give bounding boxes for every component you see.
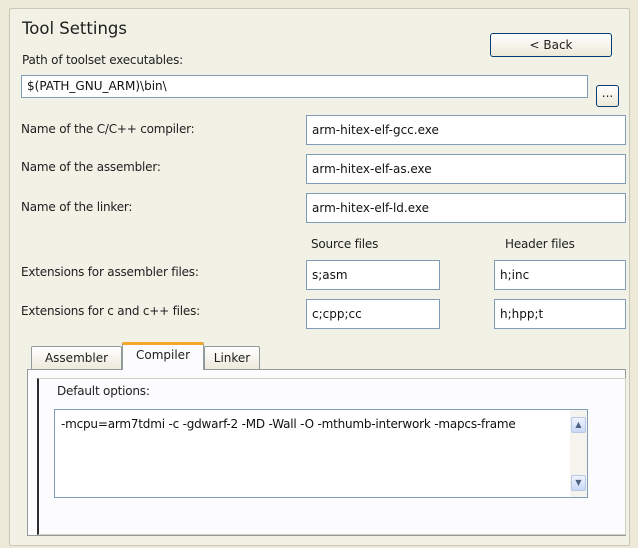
tab-compiler[interactable]: Compiler: [122, 342, 204, 370]
assembler-extensions-label: Extensions for assembler files:: [21, 265, 199, 279]
tab-assembler[interactable]: Assembler: [31, 346, 122, 370]
scroll-up-icon[interactable]: ▲: [571, 417, 586, 433]
header-files-header: Header files: [505, 237, 575, 251]
linker-input[interactable]: arm-hitex-elf-ld.exe: [306, 193, 626, 223]
tab-linker[interactable]: Linker: [204, 346, 260, 370]
browse-button[interactable]: ...: [596, 85, 619, 107]
c-header-extensions-input[interactable]: h;hpp;t: [494, 299, 626, 329]
toolset-path-input[interactable]: $(PATH_GNU_ARM)\bin\: [21, 75, 588, 98]
toolset-path-label: Path of toolset executables:: [22, 53, 184, 67]
source-files-header: Source files: [311, 237, 379, 251]
assembler-source-extensions-input[interactable]: s;asm: [306, 260, 440, 290]
page-title: Tool Settings: [22, 19, 127, 38]
assembler-header-extensions-input[interactable]: h;inc: [494, 260, 626, 290]
scroll-down-icon[interactable]: ▼: [571, 475, 586, 491]
assembler-label: Name of the assembler:: [21, 160, 161, 174]
options-scrollbar[interactable]: ▲ ▼: [570, 410, 587, 497]
c-extensions-label: Extensions for c and c++ files:: [21, 304, 200, 318]
compiler-input[interactable]: arm-hitex-elf-gcc.exe: [306, 115, 626, 145]
assembler-input[interactable]: arm-hitex-elf-as.exe: [306, 154, 626, 184]
linker-label: Name of the linker:: [21, 200, 133, 214]
default-options-textarea[interactable]: -mcpu=arm7tdmi -c -gdwarf-2 -MD -Wall -O…: [54, 409, 588, 498]
c-source-extensions-input[interactable]: c;cpp;cc: [306, 299, 440, 329]
back-button[interactable]: < Back: [490, 33, 612, 57]
default-options-label: Default options:: [57, 384, 150, 398]
default-options-text: -mcpu=arm7tdmi -c -gdwarf-2 -MD -Wall -O…: [61, 417, 516, 431]
compiler-label: Name of the C/C++ compiler:: [21, 122, 195, 136]
